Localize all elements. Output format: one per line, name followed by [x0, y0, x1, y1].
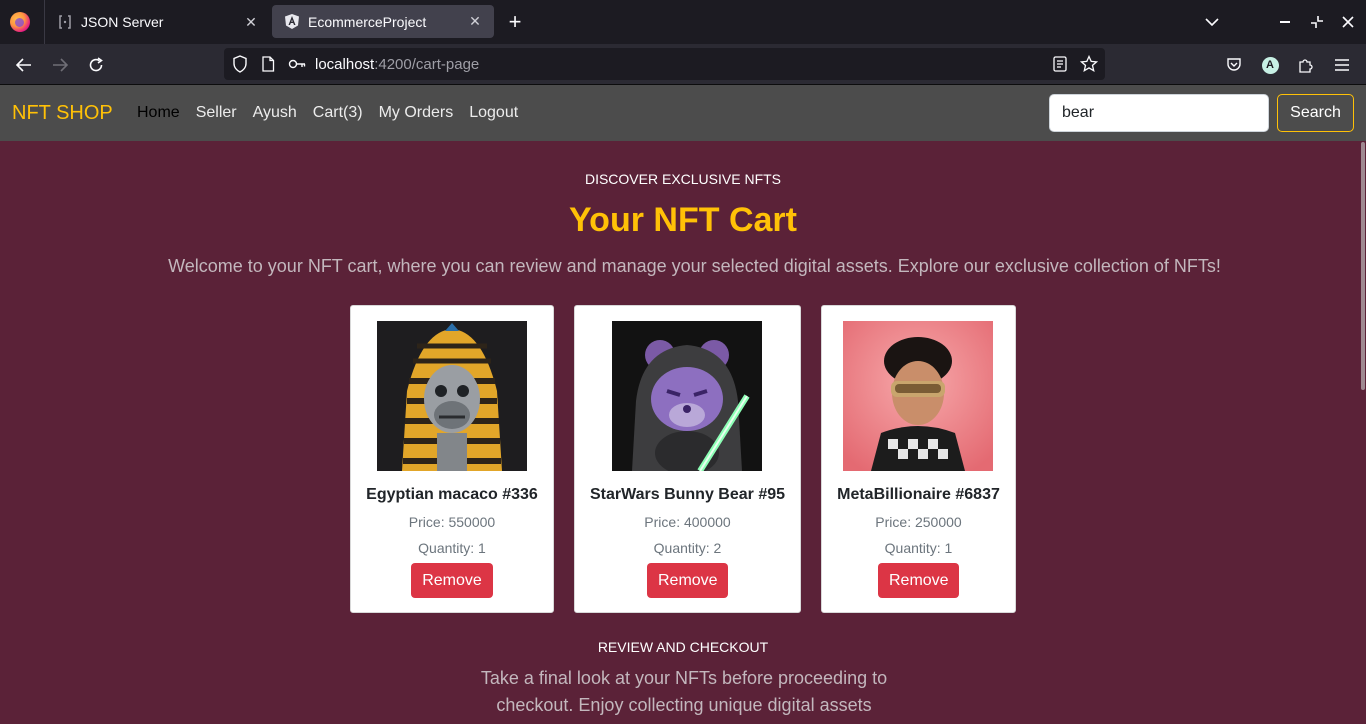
nft-price: Price: 250000: [875, 514, 962, 530]
account-initial: A: [1261, 56, 1279, 74]
extensions-icon[interactable]: [1294, 53, 1318, 77]
tab-title: EcommerceProject: [308, 13, 427, 30]
json-server-icon: [57, 14, 73, 30]
footer-text: Take a final look at your NFTs before pr…: [480, 668, 888, 724]
cart-page: DISCOVER EXCLUSIVE NFTS Your NFT Cart We…: [0, 141, 1360, 724]
address-bar[interactable]: localhost:4200/cart-page: [224, 48, 1105, 80]
pocket-icon[interactable]: [1222, 53, 1246, 77]
search-input[interactable]: [1049, 94, 1269, 132]
brand-logo[interactable]: NFT SHOP: [12, 102, 113, 125]
hero-eyebrow: DISCOVER EXCLUSIVE NFTS: [584, 171, 782, 187]
key-icon[interactable]: [288, 57, 306, 76]
minimize-icon[interactable]: [1273, 10, 1297, 34]
tab-title: JSON Server: [81, 14, 164, 30]
hero-lead: Welcome to your NFT cart, where you can …: [168, 256, 1221, 276]
nav-link-home[interactable]: Home: [137, 104, 180, 122]
page-scrollbar-thumb[interactable]: [1361, 142, 1365, 390]
nft-image-starwars-bunny-bear: [612, 321, 762, 471]
remove-button[interactable]: Remove: [878, 563, 959, 598]
nav-link-my-orders[interactable]: My Orders: [379, 104, 454, 122]
nav-link-user[interactable]: Ayush: [253, 104, 297, 122]
cart-item-card: MetaBillionaire #6837 Price: 250000 Quan…: [821, 305, 1016, 613]
nft-price: Price: 400000: [644, 514, 731, 530]
reader-view-icon[interactable]: [1053, 56, 1067, 77]
nft-image-metabillionaire: [843, 321, 993, 471]
angular-icon: [284, 14, 300, 30]
nft-name: Egyptian macaco #336: [366, 486, 538, 503]
nft-quantity: Quantity: 2: [653, 540, 722, 556]
url-path: :4200/cart-page: [374, 56, 480, 73]
browser-tab-bar: JSON Server ✕ EcommerceProject ✕ +: [0, 0, 1366, 44]
nft-image-egyptian-macaco: [377, 321, 527, 471]
restore-icon[interactable]: [1305, 10, 1329, 34]
tab-ecommerce-project[interactable]: EcommerceProject ✕: [272, 5, 494, 38]
page-icon[interactable]: [261, 56, 275, 77]
nav-link-seller[interactable]: Seller: [196, 104, 237, 122]
new-tab-button[interactable]: +: [503, 9, 527, 35]
back-arrow-icon[interactable]: [12, 53, 36, 77]
hamburger-menu-icon[interactable]: [1330, 53, 1354, 77]
forward-arrow-icon[interactable]: [48, 53, 72, 77]
close-icon[interactable]: ✕: [240, 11, 262, 33]
app-navbar: NFT SHOP Home Seller Ayush Cart(3) My Or…: [0, 85, 1366, 141]
nft-name: MetaBillionaire #6837: [837, 486, 1000, 503]
nft-quantity: Quantity: 1: [418, 540, 486, 556]
cart-item-card: StarWars Bunny Bear #95 Price: 400000 Qu…: [574, 305, 801, 613]
search-button[interactable]: Search: [1277, 94, 1354, 132]
footer-eyebrow: REVIEW AND CHECKOUT: [597, 639, 769, 655]
bookmark-star-icon[interactable]: [1079, 54, 1099, 78]
account-avatar[interactable]: A: [1258, 53, 1282, 77]
shield-icon[interactable]: [232, 55, 248, 78]
remove-button[interactable]: Remove: [647, 563, 728, 598]
browser-toolbar: localhost:4200/cart-page A: [0, 44, 1366, 85]
nav-link-cart[interactable]: Cart(3): [313, 104, 363, 122]
close-window-icon[interactable]: [1336, 10, 1360, 34]
url-host: localhost: [315, 56, 375, 73]
firefox-icon[interactable]: [10, 12, 30, 32]
nft-quantity: Quantity: 1: [884, 540, 953, 556]
list-all-tabs-icon[interactable]: [1200, 10, 1224, 34]
page-title: Your NFT Cart: [569, 201, 797, 239]
reload-icon[interactable]: [84, 53, 108, 77]
nft-name: StarWars Bunny Bear #95: [589, 486, 786, 503]
nft-price: Price: 550000: [408, 514, 496, 530]
nav-links: Home Seller Ayush Cart(3) My Orders Logo…: [137, 104, 518, 122]
url-text[interactable]: localhost:4200/cart-page: [315, 56, 479, 73]
cart-item-card: Egyptian macaco #336 Price: 550000 Quant…: [350, 305, 554, 613]
nav-link-logout[interactable]: Logout: [469, 104, 518, 122]
close-icon[interactable]: ✕: [464, 11, 486, 33]
tab-json-server[interactable]: JSON Server ✕: [44, 0, 270, 44]
remove-button[interactable]: Remove: [411, 563, 493, 598]
